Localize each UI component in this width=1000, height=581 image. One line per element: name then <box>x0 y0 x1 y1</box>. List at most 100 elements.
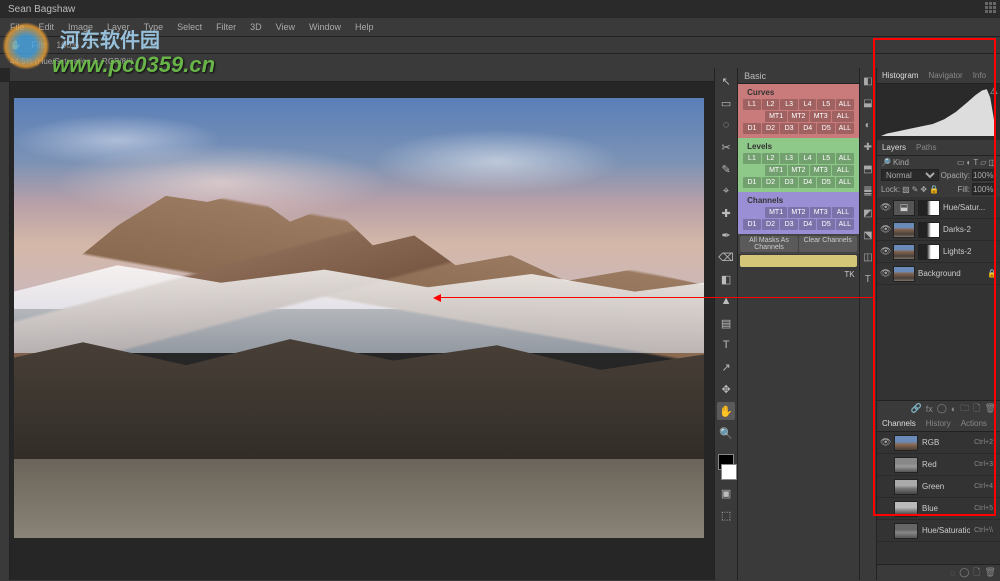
tk-channels-d-3[interactable]: D4 <box>799 219 817 230</box>
screenmode-icon[interactable]: ⬚ <box>717 506 735 524</box>
panel-icon-5[interactable]: ⬒ <box>861 162 875 176</box>
warning-icon[interactable]: ⚠ <box>990 86 998 97</box>
tk-levels-mt-2[interactable]: MT2 <box>788 165 809 176</box>
panel-icon-4[interactable]: ✚ <box>861 140 875 154</box>
layer-row-1[interactable]: 👁Darks-2 <box>877 219 1000 241</box>
filter-icon[interactable]: 🔎 <box>881 158 891 167</box>
tk-levels-l-4[interactable]: L5 <box>817 153 835 164</box>
tk-curves-d-3[interactable]: D4 <box>799 123 817 134</box>
menu-image[interactable]: Image <box>68 22 93 32</box>
brush-tool[interactable]: ✚ <box>717 204 735 222</box>
menu-window[interactable]: Window <box>309 22 341 32</box>
load-selection-icon[interactable]: ◌ <box>950 568 955 578</box>
tk-curves-d-5[interactable]: ALL <box>836 123 854 134</box>
menu-view[interactable]: View <box>276 22 295 32</box>
opt-zoom[interactable]: 100% <box>56 40 79 50</box>
tk-curves-d-4[interactable]: D5 <box>817 123 835 134</box>
lasso-tool[interactable]: ◌ <box>717 116 735 134</box>
path-tool[interactable]: ↗ <box>717 358 735 376</box>
tk-levels-l-3[interactable]: L4 <box>799 153 817 164</box>
lock-trans-icon[interactable]: ▨ <box>902 185 910 194</box>
panel-icon-10[interactable]: T <box>861 272 875 286</box>
tk-curves-l-3[interactable]: L4 <box>799 99 817 110</box>
filter-shape-icon[interactable]: ▱ <box>980 158 986 167</box>
filter-pixel-icon[interactable]: ▭ <box>957 158 965 167</box>
adjustment-icon[interactable]: ◐ <box>951 404 956 414</box>
tk-curves-l-4[interactable]: L5 <box>817 99 835 110</box>
shape-tool[interactable]: ✥ <box>717 380 735 398</box>
mask-icon[interactable]: ◯ <box>937 403 947 414</box>
tk-levels-l-5[interactable]: ALL <box>836 153 854 164</box>
tk-channels-mt-1[interactable]: MT1 <box>765 207 786 218</box>
tk-levels-d-0[interactable]: D1 <box>743 177 761 188</box>
visibility-icon[interactable]: 👁 <box>880 268 890 279</box>
visibility-icon[interactable]: 👁 <box>880 224 890 235</box>
pen-tool[interactable]: ▤ <box>717 314 735 332</box>
blend-mode-select[interactable]: Normal <box>881 169 939 181</box>
tk-curves-l-0[interactable]: L1 <box>743 99 761 110</box>
group-icon[interactable]: 🗀 <box>960 401 969 417</box>
marquee-tool[interactable]: ▭ <box>717 94 735 112</box>
eraser-tool[interactable]: ⌫ <box>717 248 735 266</box>
tab-history[interactable]: History <box>921 419 956 428</box>
tab-navigator[interactable]: Navigator <box>923 71 967 80</box>
channel-row-4[interactable]: Hue/Saturation...Ctrl+\\ <box>877 520 1000 542</box>
lock-pos-icon[interactable]: ✥ <box>920 185 927 194</box>
filter-type-icon[interactable]: T <box>973 158 978 167</box>
layer-row-2[interactable]: 👁Lights-2 <box>877 241 1000 263</box>
tab-channels[interactable]: Channels <box>877 419 921 428</box>
tk-curves-d-1[interactable]: D2 <box>762 123 780 134</box>
tk-curves-d-2[interactable]: D3 <box>780 123 798 134</box>
tk-levels-mt-3[interactable]: MT3 <box>810 165 831 176</box>
tk-curves-l-1[interactable]: L2 <box>762 99 780 110</box>
tk-channels-mt-4[interactable]: ALL <box>832 207 853 218</box>
panel-icon-7[interactable]: ◩ <box>861 206 875 220</box>
tk-curves-mt-3[interactable]: MT3 <box>810 111 831 122</box>
tk-clear-button[interactable]: Clear Channels <box>799 236 857 252</box>
tk-curves-mt-1[interactable]: MT1 <box>765 111 786 122</box>
tk-levels-mt-1[interactable]: MT1 <box>765 165 786 176</box>
visibility-icon[interactable]: 👁 <box>880 437 890 448</box>
menu-help[interactable]: Help <box>355 22 374 32</box>
tk-curves-mt-4[interactable]: ALL <box>832 111 853 122</box>
canvas-area[interactable] <box>0 68 714 580</box>
tk-channels-mt-3[interactable]: MT3 <box>810 207 831 218</box>
tk-levels-d-3[interactable]: D4 <box>799 177 817 188</box>
tk-channels-d-5[interactable]: ALL <box>836 219 854 230</box>
tab-layers[interactable]: Layers <box>877 143 911 152</box>
tk-levels-l-0[interactable]: L1 <box>743 153 761 164</box>
type-tool[interactable]: T <box>717 336 735 354</box>
tk-levels-d-1[interactable]: D2 <box>762 177 780 188</box>
channel-row-1[interactable]: RedCtrl+3 <box>877 454 1000 476</box>
channel-row-3[interactable]: BlueCtrl+5 <box>877 498 1000 520</box>
lock-paint-icon[interactable]: ✎ <box>912 185 919 194</box>
tk-allmasks-button[interactable]: All Masks As Channels <box>740 236 798 252</box>
menu-3d[interactable]: 3D <box>250 22 262 32</box>
tk-levels-d-5[interactable]: ALL <box>836 177 854 188</box>
menu-filter[interactable]: Filter <box>216 22 236 32</box>
panel-icon-8[interactable]: ⬔ <box>861 228 875 242</box>
tab-histogram[interactable]: Histogram <box>877 71 923 80</box>
fill-input[interactable] <box>972 183 996 195</box>
layer-row-3[interactable]: 👁Background🔒 <box>877 263 1000 285</box>
link-icon[interactable]: 🔗 <box>911 403 922 414</box>
tk-curves-l-5[interactable]: ALL <box>836 99 854 110</box>
panel-icon-1[interactable]: ◧ <box>861 74 875 88</box>
visibility-icon[interactable]: 👁 <box>880 246 890 257</box>
layer-row-0[interactable]: 👁⬓Hue/Satur... <box>877 197 1000 219</box>
tk-channels-d-1[interactable]: D2 <box>762 219 780 230</box>
new-channel-icon[interactable]: 🗋 <box>973 565 980 581</box>
tab-paths[interactable]: Paths <box>911 143 941 152</box>
quickmask-icon[interactable]: ▣ <box>717 484 735 502</box>
tk-curves-mt-2[interactable]: MT2 <box>788 111 809 122</box>
tk-channels-d-2[interactable]: D3 <box>780 219 798 230</box>
panel-icon-9[interactable]: ◫ <box>861 250 875 264</box>
opacity-input[interactable] <box>972 169 996 181</box>
tk-yellow-bar[interactable] <box>740 255 856 267</box>
lock-all-icon[interactable]: 🔒 <box>929 185 939 194</box>
zoom-tool[interactable]: 🔍 <box>717 424 735 442</box>
crop-tool[interactable]: ✂ <box>717 138 735 156</box>
eyedropper-tool[interactable]: ✎ <box>717 160 735 178</box>
channel-row-2[interactable]: GreenCtrl+4 <box>877 476 1000 498</box>
stamp-tool[interactable]: ✒ <box>717 226 735 244</box>
